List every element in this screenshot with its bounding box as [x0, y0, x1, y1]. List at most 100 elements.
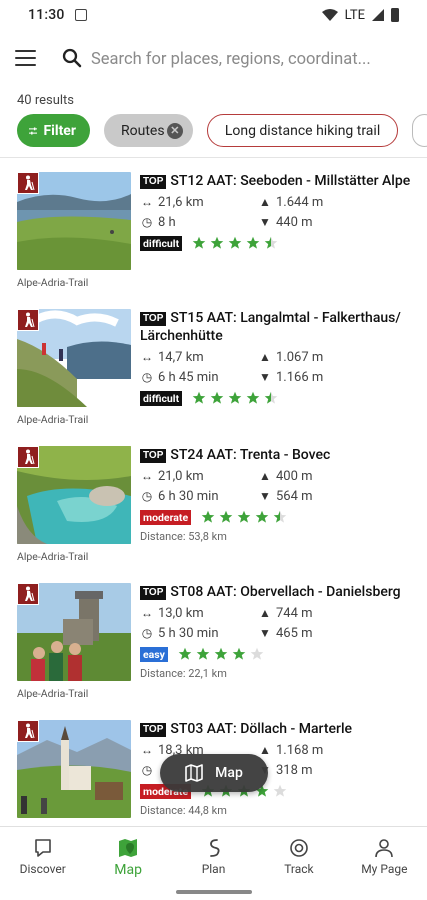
duration-stat: ◷ 6 h 30 min: [140, 486, 219, 506]
search-input[interactable]: [91, 46, 421, 72]
gesture-bar: [176, 890, 252, 894]
profile-icon: [375, 839, 394, 858]
distance-from: Distance: 22,1 km: [140, 667, 227, 680]
star-icon: [178, 647, 192, 660]
clock-icon: ◷: [141, 370, 153, 384]
tour-info[interactable]: TOP ST08 AAT: Obervellach - Danielsberg ↔…: [140, 583, 422, 680]
routes-label: Routes: [121, 122, 165, 139]
tour-title[interactable]: TOP ST12 AAT: Seeboden - Millstätter Alpe: [140, 172, 422, 190]
clock-icon: ◷: [141, 626, 153, 640]
top-badge: TOP: [140, 312, 167, 326]
category-chip[interactable]: Long distance hiking trail: [206, 114, 399, 147]
more-chip[interactable]: [412, 114, 427, 147]
results-list[interactable]: Alpe-Adria-Trail TOP ST12 AAT: Seeboden -…: [0, 158, 427, 825]
ascent-icon: ▲: [259, 469, 271, 483]
star-icon: [264, 391, 278, 404]
duration-value: 5 h 30 min: [158, 625, 219, 641]
star-icon: [237, 510, 251, 523]
distance-from: Distance: 53,8 km: [140, 530, 227, 543]
ascent-value: 400 m: [276, 468, 313, 484]
difficulty-badge: difficult: [140, 235, 183, 251]
menu-icon[interactable]: [15, 50, 36, 66]
ascent-value: 1.168 m: [276, 742, 324, 758]
hiking-icon: [17, 172, 39, 194]
track-icon: [290, 839, 308, 857]
ascent-value: 1.644 m: [276, 194, 324, 210]
distance-stat: ↔ 14,7 km: [140, 347, 204, 367]
descent-icon: ▼: [259, 370, 271, 384]
ascent-stat: ▲ 1.644 m: [258, 192, 323, 212]
list-item[interactable]: Alpe-Adria-Trail TOP ST15 AAT: Langalmtal…: [0, 295, 427, 432]
hiking-icon: [17, 583, 39, 605]
nav-my-page[interactable]: My Page: [342, 827, 427, 884]
tour-stats: ↔ 21,0 km ▲ 400 m ◷ 6 h 30 min ▼ 564 m: [140, 466, 422, 506]
difficulty-row: difficult: [140, 388, 422, 408]
ascent-value: 1.067 m: [276, 349, 324, 365]
status-time: 11:30: [28, 7, 65, 23]
nav-map[interactable]: Map: [85, 827, 170, 884]
battery-icon: [391, 8, 399, 22]
ascent-icon: ▲: [259, 350, 271, 364]
nav-discover[interactable]: Discover: [0, 827, 85, 884]
list-item[interactable]: Alpe-Adria-Trail TOP ST12 AAT: Seeboden -…: [0, 158, 427, 295]
results-count: 40 results: [17, 93, 75, 108]
filter-button[interactable]: Filter: [17, 114, 90, 147]
distance-icon: ↔: [141, 350, 153, 364]
nav-plan[interactable]: Plan: [171, 827, 256, 884]
star-icon: [250, 647, 264, 660]
tour-caption: Alpe-Adria-Trail: [17, 687, 89, 700]
map-button-label: Map: [215, 765, 243, 781]
star-icon: [228, 391, 242, 404]
status-bar: 11:30 LTE: [0, 0, 427, 30]
clock-icon: ◷: [141, 763, 153, 777]
tour-info[interactable]: TOP ST24 AAT: Trenta - Bovec ↔ 21,0 km ▲ 40…: [140, 446, 422, 543]
star-icon: [192, 236, 206, 249]
hiking-icon: [17, 720, 39, 742]
search-icon[interactable]: [62, 48, 82, 68]
descent-icon: ▼: [259, 626, 271, 640]
star-icon: [201, 510, 215, 523]
ascent-stat: ▲ 1.067 m: [258, 347, 323, 367]
tour-stats: ↔ 21,6 km ▲ 1.644 m ◷ 8 h ▼ 440 m: [140, 192, 422, 232]
descent-stat: ▼ 1.166 m: [258, 367, 323, 387]
descent-value: 465 m: [276, 625, 313, 641]
duration-value: 8 h: [158, 214, 176, 230]
distance-from: Distance: 44,8 km: [140, 804, 227, 817]
ascent-value: 744 m: [276, 605, 313, 621]
tour-title[interactable]: TOP ST24 AAT: Trenta - Bovec: [140, 446, 422, 464]
route-plan-icon: [209, 839, 220, 857]
tour-title[interactable]: TOP ST03 AAT: Döllach - Marterle: [140, 720, 422, 738]
difficulty-row: difficult: [140, 233, 422, 253]
nav-track[interactable]: Track: [256, 827, 341, 884]
star-icon: [210, 236, 224, 249]
descent-stat: ▼ 564 m: [258, 486, 313, 506]
ascent-icon: ▲: [259, 606, 271, 620]
distance-icon: ↔: [141, 469, 153, 483]
tour-title[interactable]: TOP ST15 AAT: Langalmtal - Falkerthaus/ L…: [140, 309, 422, 345]
status-right: LTE: [321, 8, 399, 23]
tune-icon: [29, 126, 38, 135]
ascent-icon: ▲: [259, 743, 271, 757]
distance-value: 21,6 km: [158, 194, 204, 210]
nav-label: Track: [284, 862, 314, 876]
tour-title-text: ST03 AAT: Döllach - Marterle: [170, 721, 353, 737]
duration-value: 6 h 30 min: [158, 488, 219, 504]
star-icon: [219, 510, 233, 523]
distance-stat: ↔ 21,6 km: [140, 192, 204, 212]
tour-info[interactable]: TOP ST15 AAT: Langalmtal - Falkerthaus/ L…: [140, 309, 422, 408]
star-icon: [210, 391, 224, 404]
routes-chip[interactable]: Routes ✕: [104, 114, 193, 147]
list-item[interactable]: Alpe-Adria-Trail TOP ST08 AAT: Obervellac…: [0, 569, 427, 706]
bottom-nav: Discover Map Plan Track My Page: [0, 826, 427, 884]
difficulty-badge: moderate: [140, 509, 192, 525]
filter-chips: Filter Routes ✕ Long distance hiking tra…: [17, 114, 427, 148]
difficulty-row: easy: [140, 644, 422, 664]
map-button[interactable]: Map: [160, 754, 268, 792]
clock-icon: ◷: [141, 215, 153, 229]
tour-title[interactable]: TOP ST08 AAT: Obervellach - Danielsberg: [140, 583, 422, 601]
list-item[interactable]: Alpe-Adria-Trail TOP ST24 AAT: Trenta - B…: [0, 432, 427, 569]
close-icon[interactable]: ✕: [166, 122, 183, 139]
star-icon: [273, 510, 287, 523]
descent-value: 440 m: [276, 214, 313, 230]
tour-info[interactable]: TOP ST12 AAT: Seeboden - Millstätter Alpe…: [140, 172, 422, 253]
